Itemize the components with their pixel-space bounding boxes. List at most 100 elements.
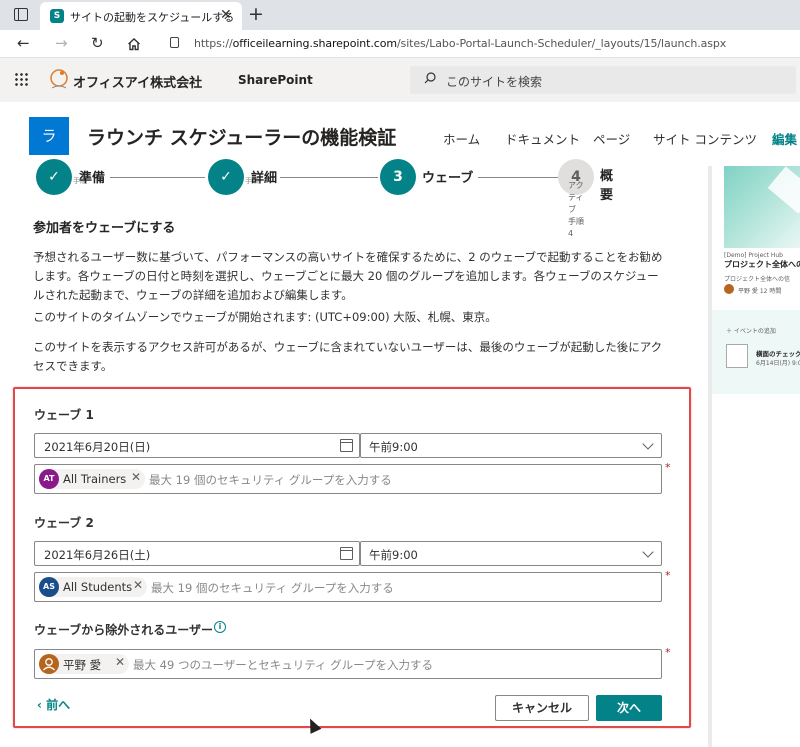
chip-name: All Students: [63, 580, 133, 594]
chip-name: All Trainers: [63, 472, 127, 486]
launch-scheduler-panel: ✓ 手順 準備 ✓ 手順 詳細 3 ウェーブ 4 概要 アクティブ 手順 4 参…: [0, 159, 708, 747]
step-1-label[interactable]: 準備: [79, 167, 105, 186]
required-mark: *: [665, 569, 671, 582]
step-connector: [110, 177, 205, 178]
excluded-users-picker[interactable]: 平野 愛 ✕ 最大 49 つのユーザーとセキュリティ グループを入力する: [34, 649, 662, 679]
step-1-check-icon[interactable]: ✓: [36, 159, 72, 195]
tab-title: サイトの起動をスケジュールする: [70, 11, 235, 24]
lock-icon[interactable]: [170, 37, 179, 48]
preview-author: 平野 愛 12 時間: [738, 288, 782, 295]
url-field[interactable]: https://officeilearning.sharepoint.com/s…: [158, 32, 800, 56]
wave-1-time-dropdown[interactable]: 午前9:00: [360, 433, 662, 458]
calendar-icon[interactable]: [340, 547, 353, 560]
tab-actions-icon[interactable]: [14, 8, 28, 21]
site-logo[interactable]: ラ: [29, 117, 69, 155]
url-prefix: https://: [194, 37, 233, 50]
step-2-label[interactable]: 詳細: [251, 167, 277, 186]
hero-image: [724, 166, 800, 248]
person-icon: [43, 658, 55, 671]
wave-1-time-value: 午前9:00: [369, 440, 418, 454]
avatar: [724, 284, 734, 294]
chevron-down-icon: [642, 438, 654, 450]
step-3-number[interactable]: 3: [380, 159, 416, 195]
wave-2-group-chip[interactable]: AS All Students ✕: [39, 577, 147, 597]
remove-chip-icon[interactable]: ✕: [131, 470, 141, 484]
url-host: officeilearning.sharepoint.com: [232, 37, 397, 50]
app-name[interactable]: SharePoint: [238, 73, 313, 87]
nav-edit[interactable]: 編集: [772, 129, 797, 148]
avatar: AT: [39, 469, 59, 489]
wave-1-date-picker[interactable]: 2021年6月20日(日): [34, 433, 360, 458]
wave-2-groups-picker[interactable]: AS All Students ✕ 最大 19 個のセキュリティ グループを入力…: [34, 572, 662, 602]
excluded-users-label: ウェーブから除外されるユーザー: [34, 623, 214, 637]
next-button[interactable]: 次へ: [596, 695, 662, 721]
browser-tab-bar: S サイトの起動をスケジュールする ✕ +: [0, 0, 800, 30]
required-mark: *: [665, 646, 671, 659]
suite-bar: オフィスアイ株式会社 SharePoint このサイトを検索: [0, 58, 800, 102]
person-avatar-icon: [39, 654, 59, 674]
preview-title: プロジェクト全体への: [724, 260, 800, 269]
timezone-paragraph: このサイトのタイムゾーンでウェーブが開始されます: (UTC+09:00) 大阪…: [33, 310, 497, 324]
info-icon[interactable]: i: [214, 621, 226, 633]
wave-2-time-value: 午前9:00: [369, 548, 418, 562]
close-tab-icon[interactable]: ✕: [220, 7, 232, 23]
avatar: AS: [39, 577, 59, 597]
excluded-user-chip[interactable]: 平野 愛 ✕: [39, 654, 129, 674]
browser-tab[interactable]: S サイトの起動をスケジュールする ✕: [40, 2, 242, 30]
nav-site-contents[interactable]: サイト コンテンツ: [653, 129, 757, 148]
event-date: 6月14日(月) 9:00: [756, 360, 800, 367]
refresh-icon[interactable]: ↻: [91, 34, 104, 52]
site-title[interactable]: ラウンチ スケジューラーの機能検証: [87, 123, 396, 150]
chevron-down-icon: [642, 546, 654, 558]
nav-home[interactable]: ホーム: [443, 129, 480, 148]
required-mark: *: [665, 461, 671, 474]
address-bar: ← → ↻ https://officeilearning.sharepoint…: [0, 30, 800, 58]
wave-2-date-value: 2021年6月26日(土): [44, 548, 151, 562]
cancel-button[interactable]: キャンセル: [495, 695, 589, 721]
wave-2-time-dropdown[interactable]: 午前9:00: [360, 541, 662, 566]
step-4-sub-step: 手順: [568, 217, 584, 226]
event-add: ＋ イベントの追加: [726, 328, 776, 335]
step-connector: [280, 177, 378, 178]
step-4-sub-active: アクティブ: [568, 181, 584, 214]
new-tab-icon[interactable]: +: [248, 3, 264, 25]
section-heading: 参加者をウェーブにする: [33, 221, 176, 236]
url-path: /sites/Labo-Portal-Launch-Scheduler/_lay…: [396, 37, 727, 50]
preview-desc: プロジェクト全体への信: [724, 276, 791, 283]
app-launcher-icon[interactable]: [14, 72, 28, 86]
site-search-box[interactable]: このサイトを検索: [410, 66, 796, 94]
wave-2-groups-placeholder: 最大 19 個のセキュリティ グループを入力する: [151, 581, 394, 595]
events-preview: ＋ イベントの追加 横面のチェック 6月14日(月) 9:00: [712, 310, 800, 394]
remove-chip-icon[interactable]: ✕: [133, 578, 143, 592]
wave-1-label: ウェーブ 1: [34, 408, 94, 422]
home-icon[interactable]: [127, 37, 141, 51]
site-header: ラ ラウンチ スケジューラーの機能検証 ホーム ドキュメント ページ サイト コ…: [0, 102, 800, 166]
step-4-sub-number: 4: [568, 229, 574, 238]
step-4-label[interactable]: 概要: [600, 167, 614, 205]
step-3-label[interactable]: ウェーブ: [422, 167, 473, 186]
calendar-icon[interactable]: [340, 439, 353, 452]
wave-2-date-picker[interactable]: 2021年6月26日(土): [34, 541, 360, 566]
remove-chip-icon[interactable]: ✕: [115, 655, 125, 669]
forward-arrow-icon[interactable]: →: [55, 34, 68, 52]
back-arrow-icon[interactable]: ←: [17, 34, 30, 52]
search-icon: [424, 72, 436, 84]
search-placeholder: このサイトを検索: [446, 75, 543, 89]
back-label: 前へ: [46, 698, 71, 712]
nav-documents[interactable]: ドキュメント: [505, 129, 580, 148]
wave-1-groups-placeholder: 最大 19 個のセキュリティ グループを入力する: [149, 473, 392, 487]
event-title: 横面のチェック: [756, 350, 800, 358]
access-paragraph: このサイトを表示するアクセス許可があるが、ウェーブに含まれていないユーザーは、最…: [33, 340, 663, 373]
wave-1-groups-picker[interactable]: AT All Trainers ✕ 最大 19 個のセキュリティ グループを入力…: [34, 464, 662, 494]
page-preview: [Demo] Project Hub プロジェクト全体への プロジェクト全体への…: [712, 166, 800, 747]
brand-logo-icon[interactable]: [48, 68, 70, 92]
step-connector: [478, 177, 558, 178]
waves-form: ウェーブ 1 2021年6月20日(日) * 午前9:00 AT All Tra…: [13, 387, 691, 728]
event-date-card: [726, 344, 748, 368]
excluded-users-placeholder: 最大 49 つのユーザーとセキュリティ グループを入力する: [133, 658, 433, 672]
nav-pages[interactable]: ページ: [593, 129, 630, 148]
back-button[interactable]: ‹ 前へ: [37, 696, 70, 713]
step-2-check-icon[interactable]: ✓: [208, 159, 244, 195]
wave-1-group-chip[interactable]: AT All Trainers ✕: [39, 469, 145, 489]
brand-name[interactable]: オフィスアイ株式会社: [73, 72, 202, 91]
